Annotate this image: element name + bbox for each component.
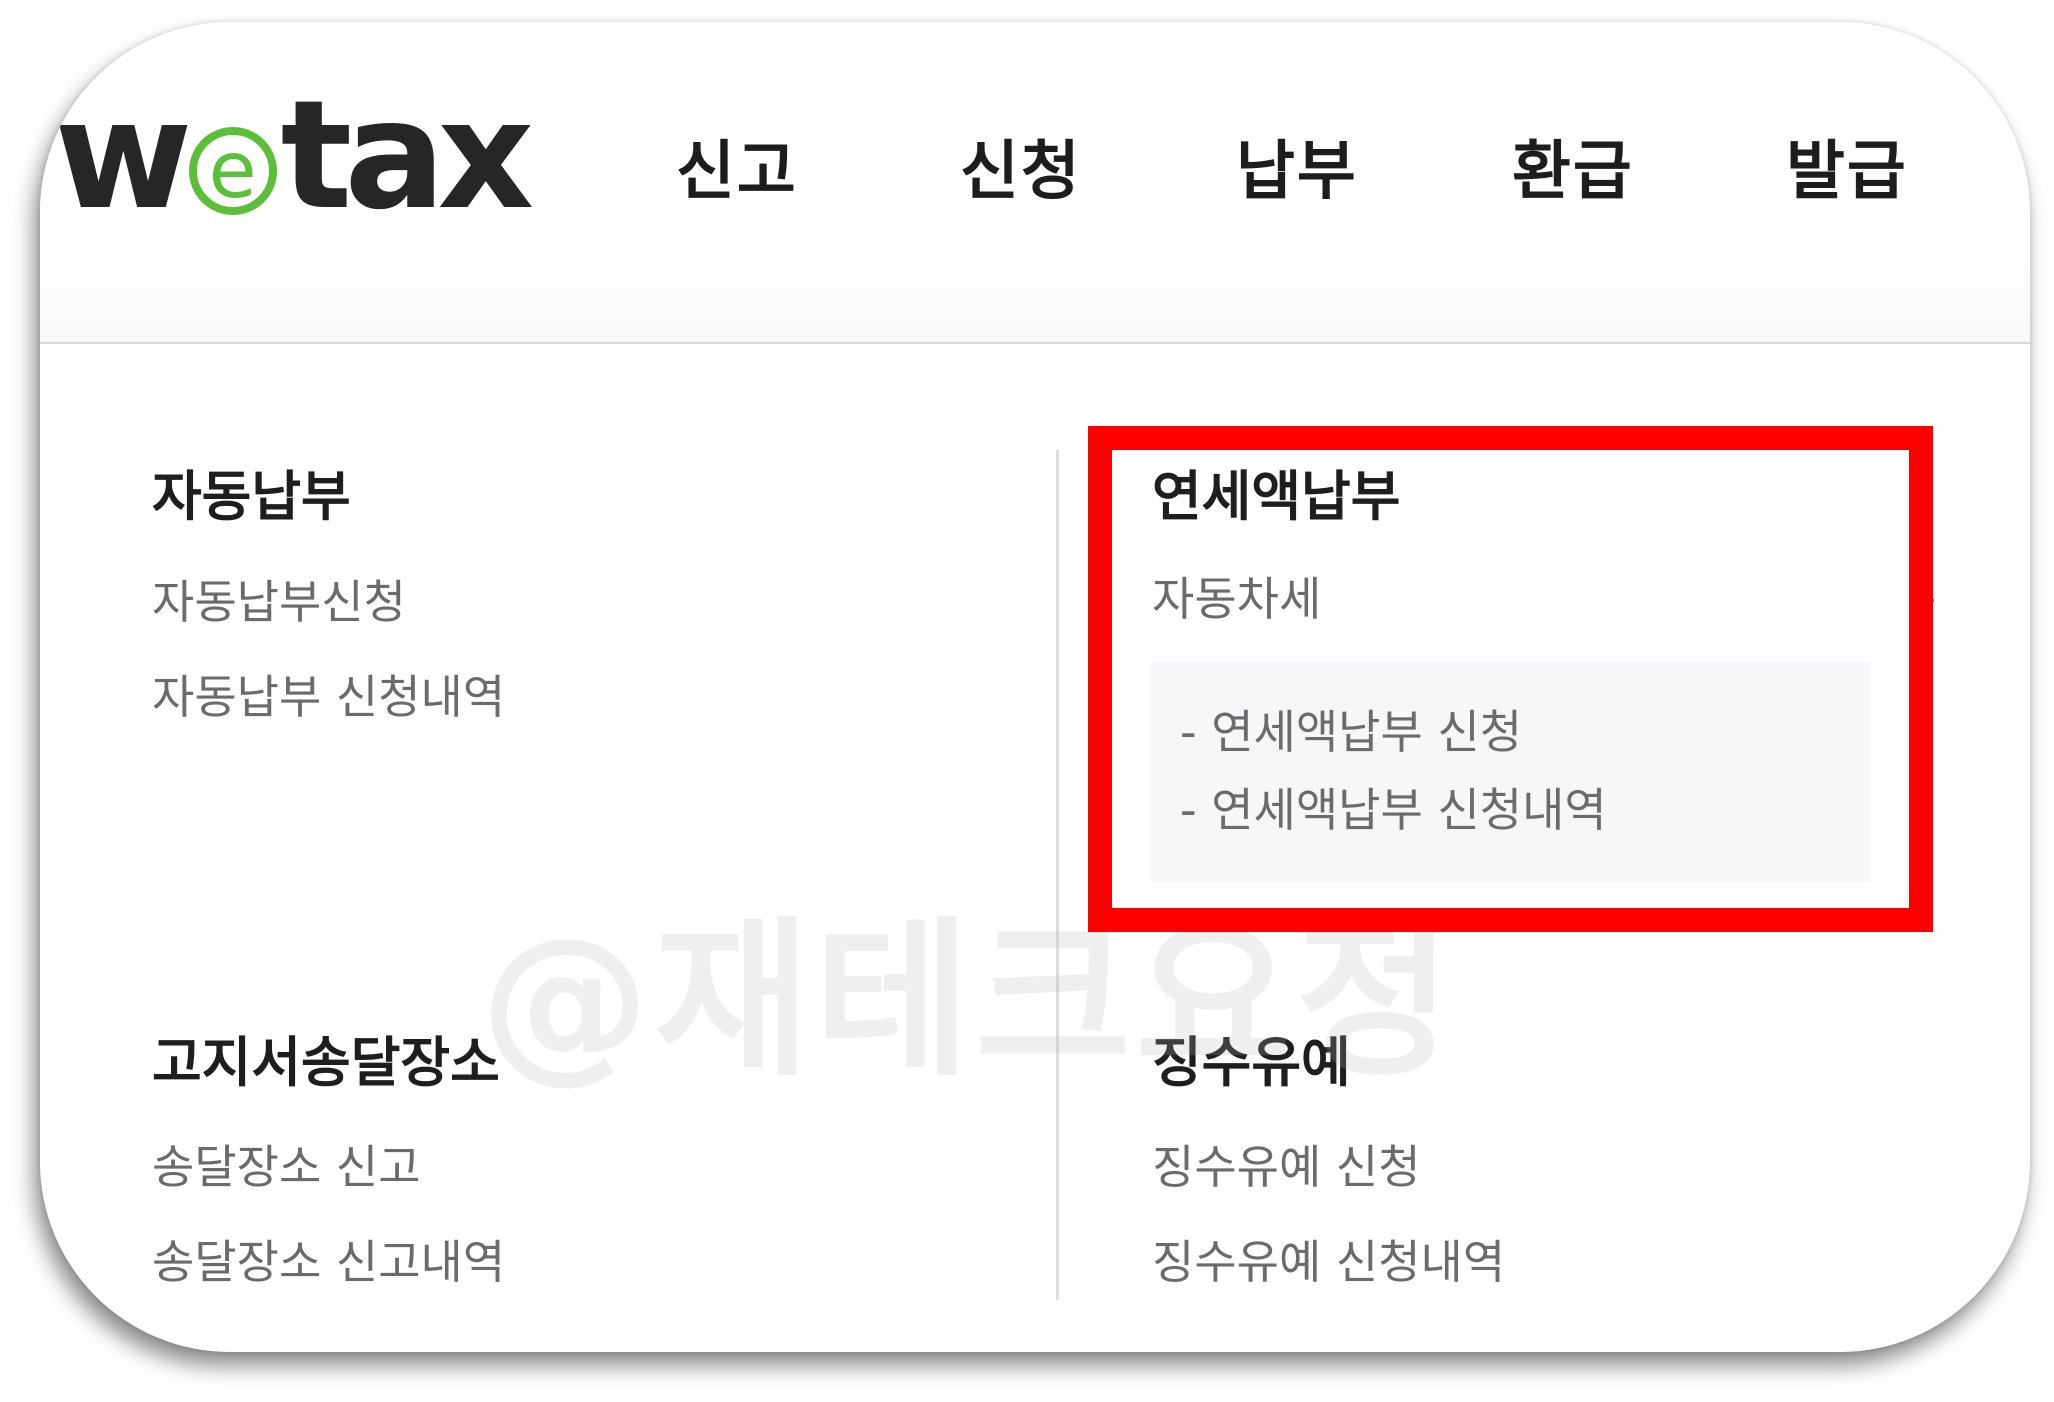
menu-card: w e tax 신고 신청 납부 환급 발급 자동납부 자동납부신청 자동납부 … <box>40 22 2030 1352</box>
link-delivery-history[interactable]: 송달장소 신고내역 <box>152 1232 505 1292</box>
main-nav: 신고 신청 납부 환급 발급 <box>40 132 2030 212</box>
link-annual-pay-history[interactable]: - 연세액납부 신청내역 <box>1180 780 1607 840</box>
dash-mark <box>1916 599 1934 602</box>
section-title-delivery: 고지서송달장소 <box>152 1031 500 1094</box>
section-title-deferral: 징수유예 <box>1152 1031 1351 1094</box>
link-auto-pay-history[interactable]: 자동납부 신청내역 <box>152 667 505 727</box>
section-title-annual-pay: 연세액납부 <box>1152 465 1401 528</box>
column-divider <box>1056 450 1059 1300</box>
link-deferral-apply[interactable]: 징수유예 신청 <box>1152 1137 1421 1197</box>
link-deferral-history[interactable]: 징수유예 신청내역 <box>1152 1232 1505 1292</box>
nav-item-issue[interactable]: 발급 <box>1786 132 1908 212</box>
link-vehicle-tax[interactable]: 자동차세 <box>1152 569 1321 629</box>
site-header: w e tax 신고 신청 납부 환급 발급 <box>40 22 2030 344</box>
nav-item-payment[interactable]: 납부 <box>1236 132 1358 212</box>
link-annual-pay-apply[interactable]: - 연세액납부 신청 <box>1180 702 1522 762</box>
nav-item-report[interactable]: 신고 <box>676 132 798 212</box>
nav-item-refund[interactable]: 환급 <box>1512 132 1634 212</box>
link-auto-pay-apply[interactable]: 자동납부신청 <box>152 572 406 632</box>
link-delivery-report[interactable]: 송달장소 신고 <box>152 1137 421 1197</box>
annual-pay-submenu: - 연세액납부 신청 - 연세액납부 신청내역 <box>1150 662 1870 882</box>
section-title-auto-pay: 자동납부 <box>152 465 351 528</box>
nav-item-apply[interactable]: 신청 <box>960 132 1082 212</box>
